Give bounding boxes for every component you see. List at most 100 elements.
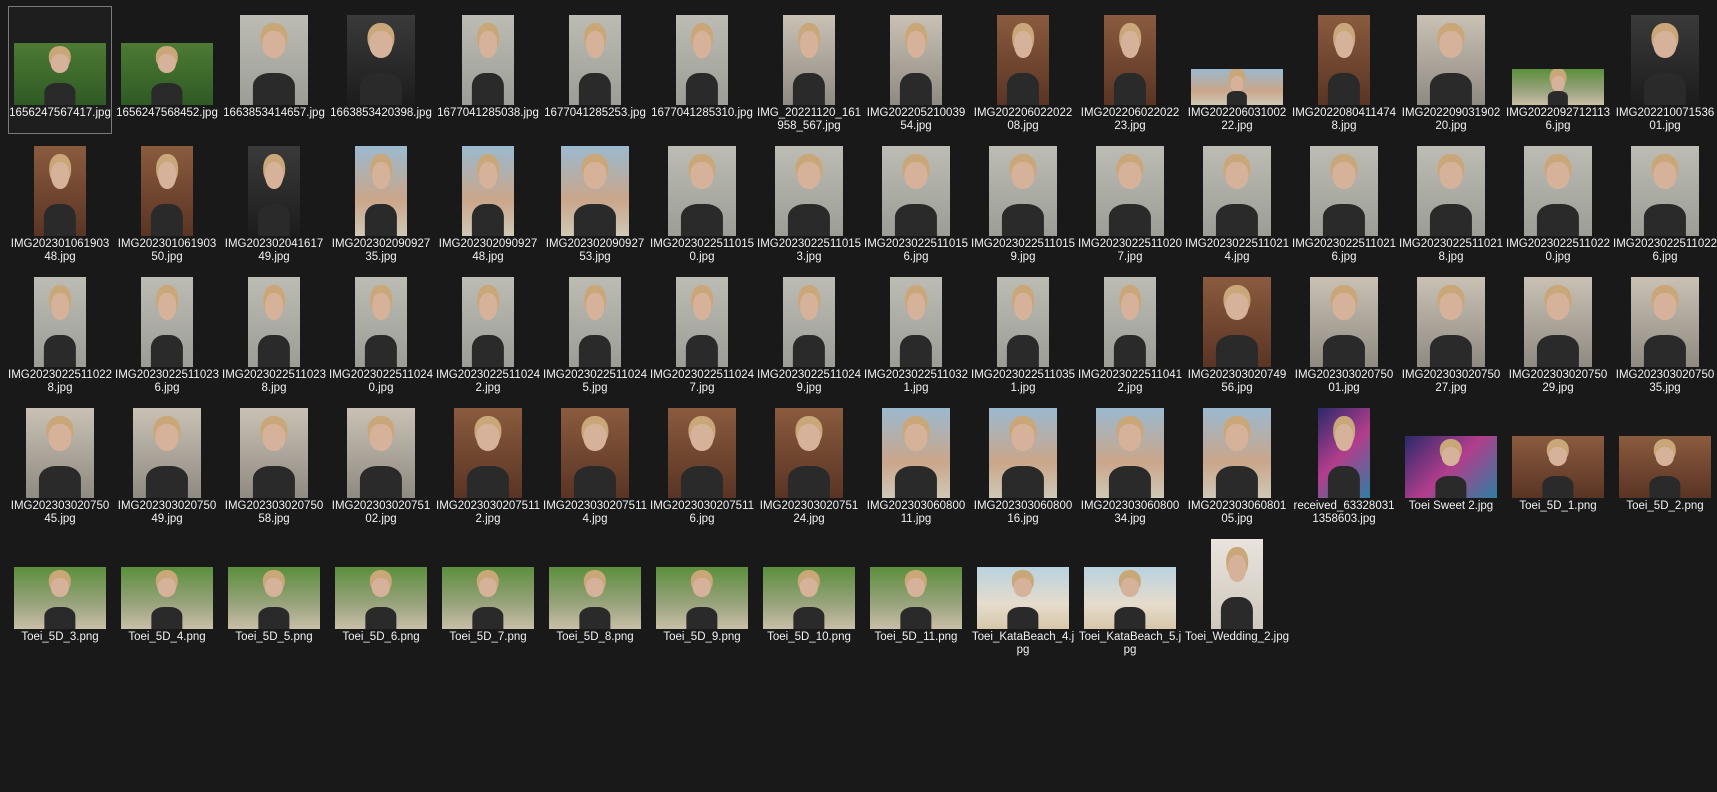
photo-subject-head (904, 162, 928, 190)
file-item[interactable]: IMG20230225110156.jpg (864, 137, 968, 265)
file-item[interactable]: IMG20220903190220.jpg (1399, 6, 1503, 134)
file-item[interactable]: IMG20230302075058.jpg (222, 399, 326, 527)
photo-subject-body (792, 334, 826, 367)
file-item[interactable]: IMG20230225110228.jpg (8, 268, 112, 396)
photo-subject-head (1014, 293, 1032, 321)
thumbnail-frame (973, 140, 1073, 236)
file-item[interactable]: IMG20230306080105.jpg (1185, 399, 1289, 527)
file-item[interactable]: IMG20230302075116.jpg (650, 399, 754, 527)
file-item[interactable]: IMG20230225110159.jpg (971, 137, 1075, 265)
file-item[interactable]: IMG20220521003954.jpg (864, 6, 968, 134)
file-item[interactable]: IMG20230302075114.jpg (543, 399, 647, 527)
file-item[interactable]: IMG20230225110249.jpg (757, 268, 861, 396)
file-item[interactable]: IMG20230225110220.jpg (1506, 137, 1610, 265)
file-item[interactable]: Toei_KataBeach_5.jpg (1078, 530, 1182, 658)
file-item[interactable]: IMG20230106190348.jpg (8, 137, 112, 265)
file-item[interactable]: 1677041285310.jpg (650, 6, 754, 134)
file-item[interactable]: Toei_KataBeach_4.jpg (971, 530, 1075, 658)
file-item[interactable]: IMG20230225110216.jpg (1292, 137, 1396, 265)
file-name-label: IMG20230302075114.jpg (543, 500, 648, 525)
file-item[interactable]: Toei_5D_1.png (1506, 399, 1610, 527)
file-item[interactable]: IMG20221007153601.jpg (1613, 6, 1717, 134)
file-item[interactable]: IMG20230225110245.jpg (543, 268, 647, 396)
file-name-label: IMG20230225110156.jpg (864, 238, 969, 263)
file-item[interactable]: Toei Sweet 2.jpg (1399, 399, 1503, 527)
photo-subject-body (359, 72, 403, 105)
file-item[interactable]: IMG20230225110321.jpg (864, 268, 968, 396)
file-item[interactable]: 1677041285253.jpg (543, 6, 647, 134)
file-name-label: Toei_5D_8.png (556, 631, 634, 643)
file-item[interactable]: IMG20230225110242.jpg (436, 268, 540, 396)
file-item[interactable]: IMG20230225110226.jpg (1613, 137, 1717, 265)
file-item[interactable]: IMG20230225110240.jpg (329, 268, 433, 396)
file-item[interactable]: IMG20230302075124.jpg (757, 399, 861, 527)
file-item[interactable]: IMG20230306080034.jpg (1078, 399, 1182, 527)
file-item[interactable]: IMG20220602202223.jpg (1078, 6, 1182, 134)
file-item[interactable]: IMG20230302075049.jpg (115, 399, 219, 527)
photo-subject-head (264, 578, 284, 597)
file-item[interactable]: Toei_5D_7.png (436, 530, 540, 658)
photo-subject-head (479, 293, 497, 321)
thumbnail-frame (1508, 140, 1608, 236)
file-name-label: IMG20230209092735.jpg (331, 238, 431, 263)
file-item[interactable]: IMG20230204161749.jpg (222, 137, 326, 265)
file-item[interactable]: IMG20220927121136.jpg (1506, 6, 1610, 134)
file-item[interactable]: IMG20230209092753.jpg (543, 137, 647, 265)
file-item[interactable]: IMG20230302075035.jpg (1613, 268, 1717, 396)
file-item[interactable]: 1663853414657.jpg (222, 6, 326, 134)
file-item[interactable]: IMG20230302075001.jpg (1292, 268, 1396, 396)
file-item[interactable]: IMG20230225110214.jpg (1185, 137, 1289, 265)
file-item[interactable]: IMG20230225110238.jpg (222, 268, 326, 396)
file-item[interactable]: IMG20230306080011.jpg (864, 399, 968, 527)
file-item[interactable]: IMG20230302075102.jpg (329, 399, 433, 527)
thumbnail-frame (331, 533, 431, 629)
file-item[interactable]: IMG_20221120_161958_567.jpg (757, 6, 861, 134)
file-item[interactable]: Toei_5D_6.png (329, 530, 433, 658)
file-item[interactable]: IMG20230209092735.jpg (329, 137, 433, 265)
file-item[interactable]: 1656247568452.jpg (115, 6, 219, 134)
photo-subject-head (479, 31, 497, 59)
thumbnail-frame (652, 140, 752, 236)
file-item[interactable]: Toei_5D_10.png (757, 530, 861, 658)
photo-thumbnail (870, 567, 962, 629)
photo-thumbnail (228, 567, 320, 629)
file-item[interactable]: received_633280311358603.jpg (1292, 399, 1396, 527)
file-item[interactable]: IMG20230225110207.jpg (1078, 137, 1182, 265)
file-item[interactable]: IMG20230302074956.jpg (1185, 268, 1289, 396)
file-item[interactable]: Toei_5D_5.png (222, 530, 326, 658)
file-item[interactable]: IMG20230302075029.jpg (1506, 268, 1610, 396)
file-item[interactable]: Toei_5D_2.png (1613, 399, 1717, 527)
file-item[interactable]: IMG20220804114748.jpg (1292, 6, 1396, 134)
file-item[interactable]: IMG20230302075027.jpg (1399, 268, 1503, 396)
file-item[interactable]: IMG20220602202208.jpg (971, 6, 1075, 134)
file-item[interactable]: IMG20230302075045.jpg (8, 399, 112, 527)
file-item[interactable]: IMG20220603100222.jpg (1185, 6, 1289, 134)
file-name-label: IMG20230225110218.jpg (1399, 238, 1504, 263)
file-item[interactable]: Toei_5D_11.png (864, 530, 968, 658)
file-item[interactable]: IMG20230225110412.jpg (1078, 268, 1182, 396)
photo-subject-head (1228, 555, 1246, 583)
file-item[interactable]: IMG20230225110150.jpg (650, 137, 754, 265)
file-item[interactable]: IMG20230209092748.jpg (436, 137, 540, 265)
file-item[interactable]: IMG20230225110153.jpg (757, 137, 861, 265)
file-item[interactable]: Toei_5D_3.png (8, 530, 112, 658)
file-item[interactable]: IMG20230306080016.jpg (971, 399, 1075, 527)
thumbnail-frame (1615, 271, 1715, 367)
file-item[interactable]: IMG20230225110247.jpg (650, 268, 754, 396)
file-item[interactable]: IMG20230225110236.jpg (115, 268, 219, 396)
file-item[interactable]: 1677041285038.jpg (436, 6, 540, 134)
file-item[interactable]: IMG20230225110351.jpg (971, 268, 1075, 396)
file-item[interactable]: Toei_Wedding_2.jpg (1185, 530, 1289, 658)
thumbnail-frame (1401, 271, 1501, 367)
file-item[interactable]: IMG20230302075112.jpg (436, 399, 540, 527)
file-item[interactable]: 1656247567417.jpg (8, 6, 112, 134)
file-item[interactable]: 1663853420398.jpg (329, 6, 433, 134)
file-name-label: IMG20230302075045.jpg (10, 500, 110, 525)
file-item[interactable]: IMG20230106190350.jpg (115, 137, 219, 265)
file-item[interactable]: Toei_5D_4.png (115, 530, 219, 658)
file-name-label: IMG20230306080016.jpg (973, 500, 1073, 525)
thumbnail-frame (10, 533, 110, 629)
file-item[interactable]: Toei_5D_8.png (543, 530, 647, 658)
file-item[interactable]: IMG20230225110218.jpg (1399, 137, 1503, 265)
file-item[interactable]: Toei_5D_9.png (650, 530, 754, 658)
